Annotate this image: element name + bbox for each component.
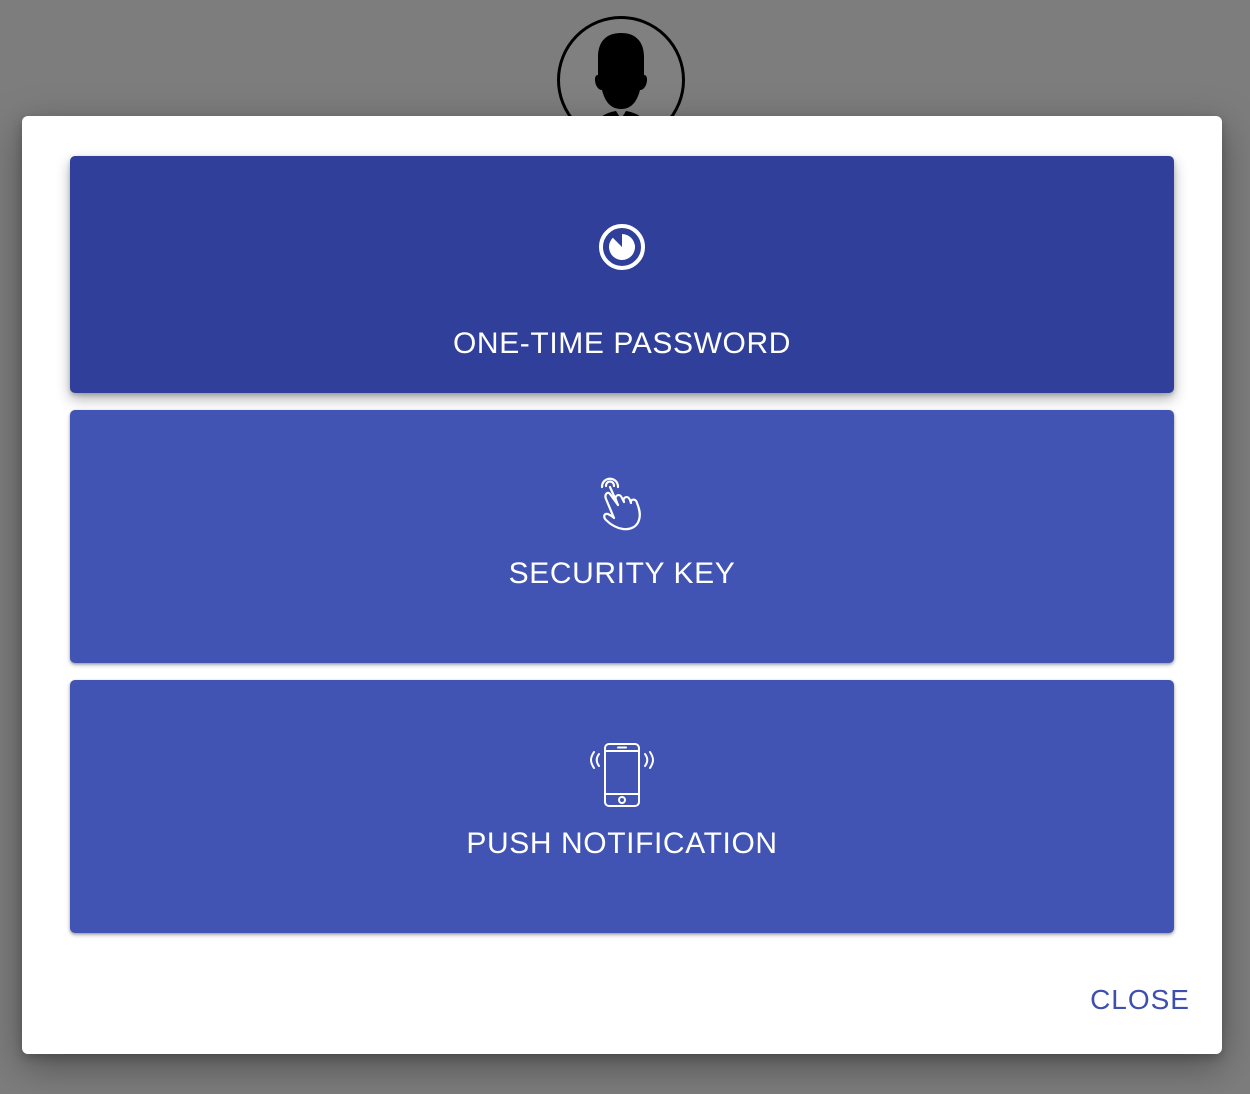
security-key-button[interactable]: SECURITY KEY — [70, 410, 1174, 663]
one-time-password-button[interactable]: ONE-TIME PASSWORD — [70, 156, 1174, 393]
close-button[interactable]: CLOSE — [1090, 984, 1190, 1016]
push-notification-label: PUSH NOTIFICATION — [466, 827, 778, 860]
one-time-password-label: ONE-TIME PASSWORD — [453, 327, 791, 360]
security-key-label: SECURITY KEY — [508, 557, 736, 590]
timer-icon — [599, 224, 645, 270]
push-notification-button[interactable]: PUSH NOTIFICATION — [70, 680, 1174, 933]
touch-finger-icon — [600, 477, 641, 531]
phone-vibrate-icon — [590, 743, 654, 807]
auth-method-dialog: ONE-TIME PASSWORD SECURITY KEY PUSH NOTI… — [22, 116, 1222, 1054]
